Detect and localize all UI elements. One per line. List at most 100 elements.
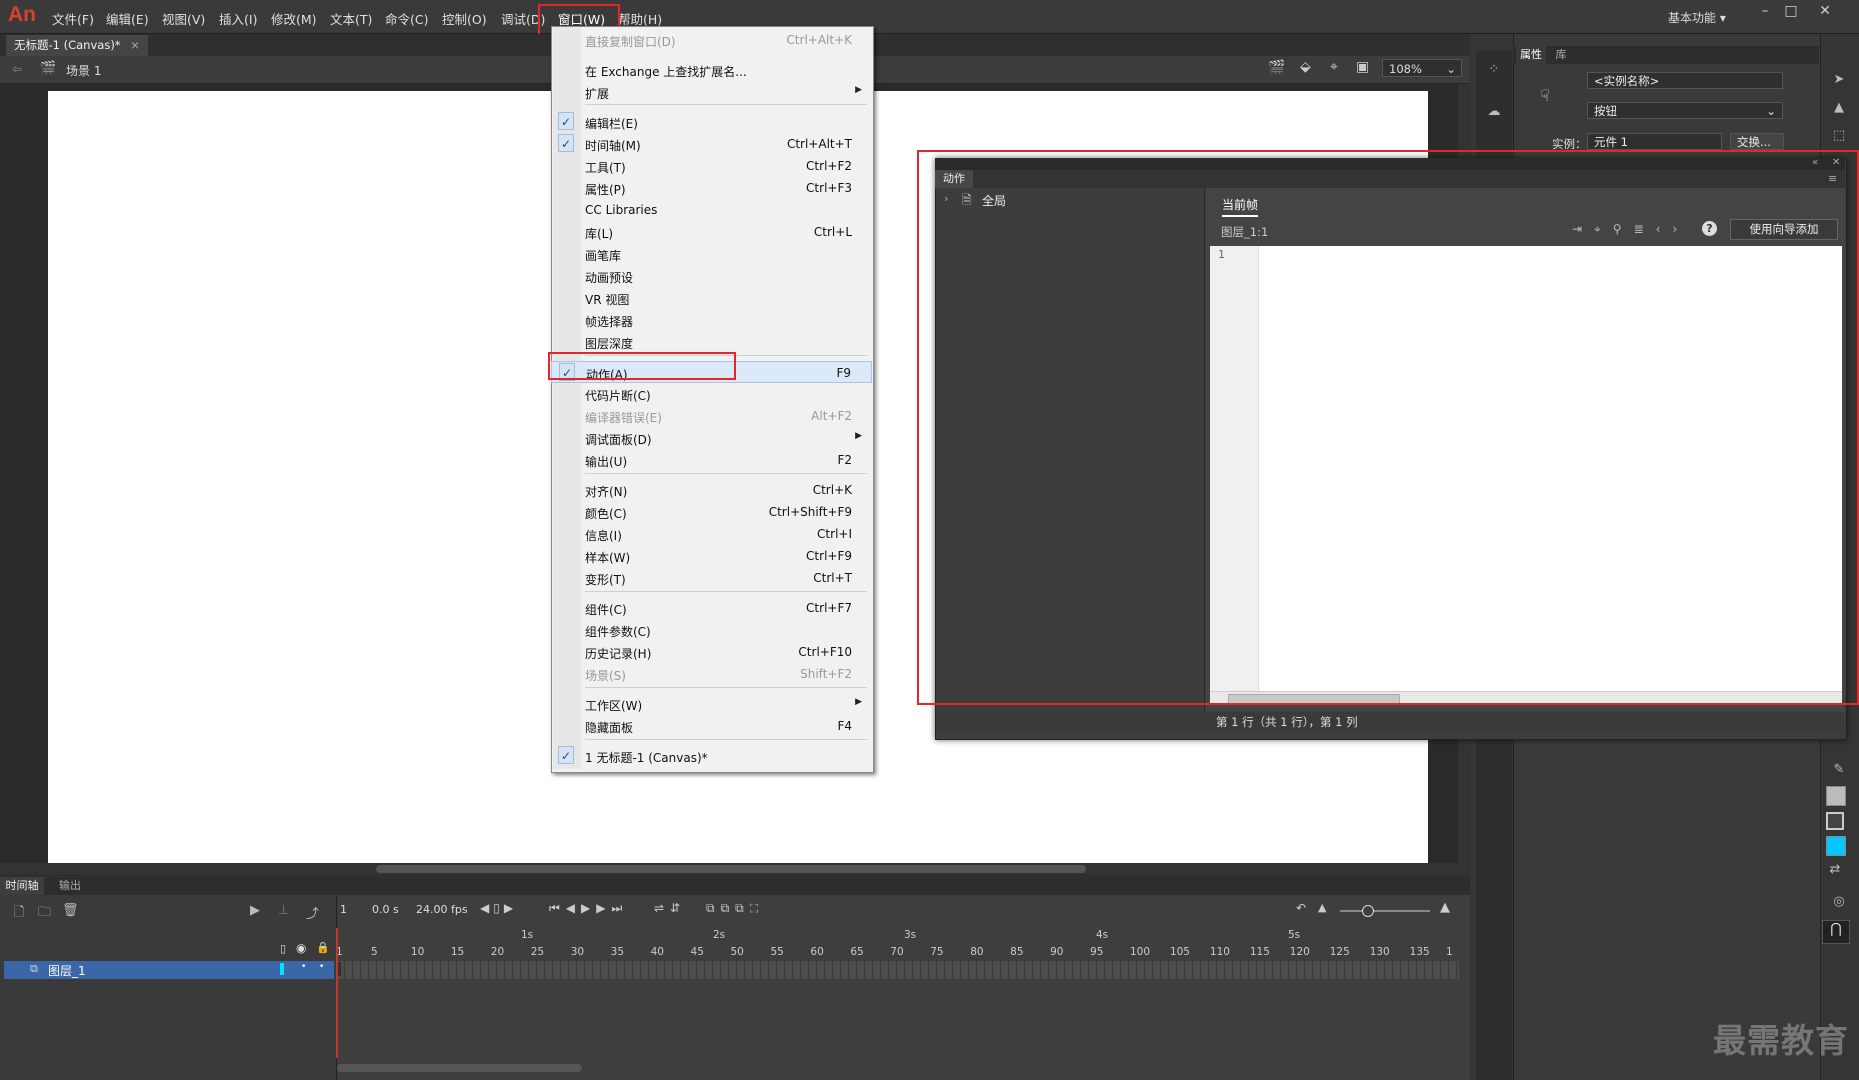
motion-presets-icon[interactable]: ⁘ — [1482, 62, 1506, 77]
layer-lock-dot[interactable]: • — [319, 962, 324, 972]
tab-output[interactable]: 输出 — [50, 877, 90, 895]
ruler-frame-label: 40 — [650, 946, 664, 958]
tab-library[interactable]: 库 — [1550, 46, 1572, 64]
selection-tool-icon[interactable]: ➤ — [1826, 72, 1852, 87]
workspace-switcher[interactable]: 基本功能 ▾ — [1668, 9, 1726, 26]
window-menu-item-8[interactable]: 库(L) Ctrl+L — [551, 221, 872, 243]
window-menu-item-5[interactable]: 工具(T) Ctrl+F2 — [551, 155, 872, 177]
menu-item-3[interactable]: 插入(I) — [219, 9, 257, 28]
window-menu-item-21[interactable]: 信息(I) Ctrl+I — [551, 523, 872, 545]
current-time[interactable]: 0.0 s — [372, 903, 399, 916]
ruler-second-label: 2s — [713, 929, 726, 941]
free-transform-tool-icon[interactable]: ⬚ — [1826, 128, 1852, 143]
window-menu-item-22[interactable]: 样本(W) Ctrl+F9 — [551, 545, 872, 567]
subselection-tool-icon[interactable]: ▲ — [1826, 100, 1852, 115]
window-menu-item-28[interactable]: 工作区(W) ▶ — [551, 693, 872, 715]
maximize-button[interactable]: □ — [1778, 3, 1804, 23]
edit-symbols-icon[interactable]: ⬙ — [1300, 59, 1311, 75]
menu-item-0[interactable]: 文件(F) — [52, 9, 94, 28]
menu-item-6[interactable]: 命令(C) — [385, 9, 428, 28]
tab-properties[interactable]: 属性 — [1516, 46, 1546, 64]
delete-layer-icon[interactable]: 🗑 — [62, 903, 79, 918]
window-menu-item-19[interactable]: 对齐(N) Ctrl+K — [551, 479, 872, 501]
window-menu-item-25[interactable]: 组件参数(C) — [551, 619, 872, 641]
instance-symbol-field[interactable]: 元件 1 — [1587, 133, 1722, 150]
stroke-color-swatch[interactable] — [1826, 786, 1846, 806]
document-tab[interactable]: 无标题-1 (Canvas)* × — [6, 35, 148, 56]
window-menu-item-18[interactable]: 输出(U) F2 — [551, 449, 872, 471]
window-menu-item-11[interactable]: VR 视图 — [551, 287, 872, 309]
zoom-select[interactable]: 108% ⌄ — [1382, 59, 1462, 77]
window-menu-item-10[interactable]: 动画预设 — [551, 265, 872, 287]
window-menu-item-15[interactable]: 代码片断(C) — [551, 383, 872, 405]
window-menu-item-1[interactable]: 在 Exchange 上查找扩展名... — [551, 59, 872, 81]
window-menu-item-12[interactable]: 帧选择器 — [551, 309, 872, 331]
timeline-zoom-slider[interactable] — [1340, 905, 1430, 917]
center-stage-icon[interactable]: ⌖ — [1330, 59, 1338, 75]
onion-controls[interactable]: ⧉⧉⧉⛶ — [706, 901, 764, 916]
menu-item-1[interactable]: 编辑(E) — [106, 9, 149, 28]
zoom-out-timeline-icon[interactable]: ▲ — [1318, 901, 1326, 914]
ruler-second-label: 4s — [1096, 929, 1109, 941]
fill-color-swatch[interactable] — [1826, 836, 1846, 856]
layer-visible-dot[interactable]: • — [301, 962, 306, 972]
onion-skin-controls[interactable]: ◀▯▶ — [480, 901, 517, 915]
menu-item-label: 变形(T) — [585, 573, 626, 587]
window-menu-item-29[interactable]: 隐藏面板 F4 — [551, 715, 872, 737]
frame-cells[interactable] — [337, 961, 1459, 979]
stage-horizontal-scrollbar[interactable] — [0, 863, 1470, 875]
window-menu-item-20[interactable]: 颜色(C) Ctrl+Shift+F9 — [551, 501, 872, 523]
swap-colors-icon[interactable]: ⇄ — [1822, 862, 1848, 877]
window-menu-item-3[interactable]: ✓ 编辑栏(E) — [551, 111, 872, 133]
window-menu-item-6[interactable]: 属性(P) Ctrl+F3 — [551, 177, 872, 199]
symbol-type-select[interactable]: 按钮 ⌄ — [1587, 102, 1783, 119]
timeline-scrollbar[interactable] — [337, 1064, 582, 1072]
eyedropper-tool-icon[interactable]: ✎ — [1826, 762, 1852, 777]
window-menu-item-4[interactable]: ✓ 时间轴(M) Ctrl+Alt+T — [551, 133, 872, 155]
new-layer-icon[interactable]: 🗋 — [14, 903, 24, 925]
eye-icon[interactable]: ◉ — [296, 941, 306, 955]
window-menu-item-30[interactable]: ✓ 1 无标题-1 (Canvas)* — [551, 745, 872, 767]
minimize-button[interactable]: – — [1752, 3, 1778, 23]
close-tab-icon[interactable]: × — [130, 38, 140, 52]
window-menu-item-7[interactable]: CC Libraries — [551, 199, 872, 221]
window-menu-item-17[interactable]: 调试面板(D) ▶ — [551, 427, 872, 449]
menu-item-5[interactable]: 文本(T) — [330, 9, 372, 28]
menu-item-2[interactable]: 视图(V) — [162, 9, 205, 28]
submenu-arrow-icon: ▶ — [855, 697, 862, 707]
zoom-in-timeline-icon[interactable]: ▲ — [1440, 900, 1450, 915]
object-drawing-icon[interactable]: ◎ — [1826, 894, 1852, 909]
window-menu-item-2[interactable]: 扩展 ▶ — [551, 81, 872, 103]
menu-item-4[interactable]: 修改(M) — [271, 9, 317, 28]
frame-rate[interactable]: 24.00 fps — [416, 903, 468, 916]
close-window-button[interactable]: ✕ — [1812, 3, 1838, 23]
window-menu-item-26[interactable]: 历史记录(H) Ctrl+F10 — [551, 641, 872, 663]
current-frame[interactable]: 1 — [340, 903, 347, 916]
outline-icon[interactable]: ▯ — [280, 942, 286, 955]
layer-parent-icon[interactable]: ⊥ — [278, 903, 289, 918]
snap-magnet-icon[interactable]: ⋂ — [1822, 920, 1850, 944]
loop-controls[interactable]: ⇌⇵ — [654, 901, 686, 915]
menu-item-shortcut: Ctrl+F3 — [806, 181, 852, 195]
window-menu-item-24[interactable]: 组件(C) Ctrl+F7 — [551, 597, 872, 619]
tab-timeline[interactable]: 时间轴 — [0, 877, 44, 895]
back-arrow-icon[interactable]: ⇦ — [12, 62, 22, 76]
menu-item-7[interactable]: 控制(O) — [442, 9, 487, 28]
playback-controls[interactable]: ⏮◀▶▶⏭ — [549, 901, 628, 916]
edit-scene-icon[interactable]: 🎬 — [1268, 60, 1285, 76]
graph-icon[interactable]: ⤴ — [306, 903, 319, 922]
reset-icon[interactable]: ↶ — [1296, 901, 1306, 915]
playhead[interactable] — [336, 928, 338, 1058]
lock-icon[interactable]: 🔒 — [316, 941, 330, 954]
new-folder-icon[interactable]: 🗀 — [38, 903, 51, 925]
window-menu-item-13[interactable]: 图层深度 — [551, 331, 872, 353]
cc-libraries-icon[interactable]: ☁ — [1482, 104, 1506, 119]
clip-content-icon[interactable]: ▣ — [1356, 59, 1369, 75]
swap-button[interactable]: 交换... — [1730, 133, 1784, 150]
camera-icon[interactable]: ▶ — [250, 903, 260, 918]
layer-name[interactable]: 图层_1 — [48, 962, 86, 979]
window-menu-item-9[interactable]: 画笔库 — [551, 243, 872, 265]
instance-name-field[interactable]: <实例名称> — [1587, 72, 1783, 89]
stroke-icon[interactable] — [1826, 812, 1844, 830]
window-menu-item-23[interactable]: 变形(T) Ctrl+T — [551, 567, 872, 589]
